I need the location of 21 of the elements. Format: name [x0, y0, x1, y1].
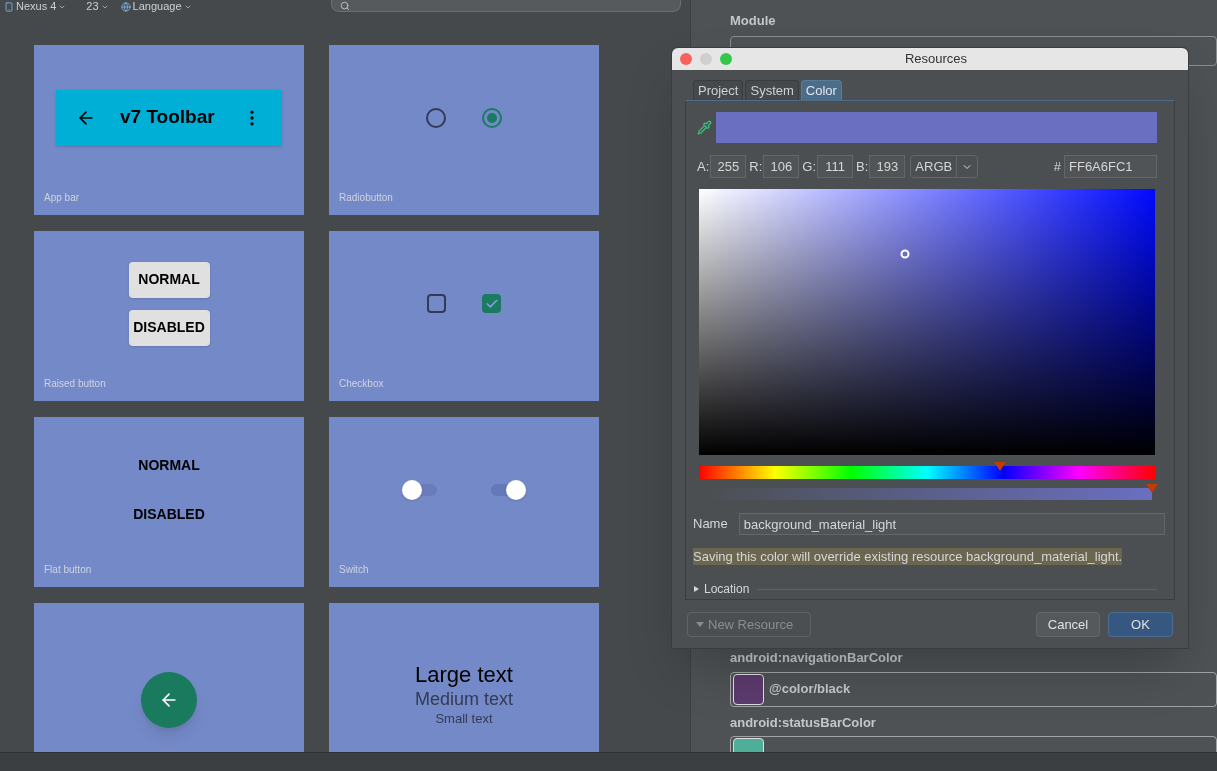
channel-label: B:: [856, 157, 869, 176]
medium-text: Medium text: [414, 688, 513, 711]
widget-label: Flat button: [43, 563, 93, 577]
toolbar-title: v7 Toolbar: [120, 105, 216, 130]
attribute-name: android:statusBarColor: [730, 713, 877, 732]
channel-label: A:: [697, 157, 710, 176]
module-label: Module: [730, 12, 777, 30]
window-title: Resources: [903, 50, 969, 69]
widget-label: Raised button: [43, 377, 107, 391]
attribute-name: android:navigationBarColor: [730, 649, 904, 667]
channel-label: G:: [802, 157, 817, 176]
channel-label: R:: [749, 157, 763, 176]
widget-label: Switch: [338, 563, 370, 577]
override-warning: Saving this color will override existing resource background_material_light.: [693, 548, 1123, 565]
widget-label: Checkbox: [338, 377, 385, 391]
large-text: Large text: [415, 660, 513, 689]
small-text: Small text: [435, 710, 493, 728]
widget-label: App bar: [43, 191, 81, 205]
hex-label: #: [1053, 157, 1061, 176]
widget-label: Radiobutton: [338, 191, 394, 205]
name-label: Name: [693, 515, 728, 534]
